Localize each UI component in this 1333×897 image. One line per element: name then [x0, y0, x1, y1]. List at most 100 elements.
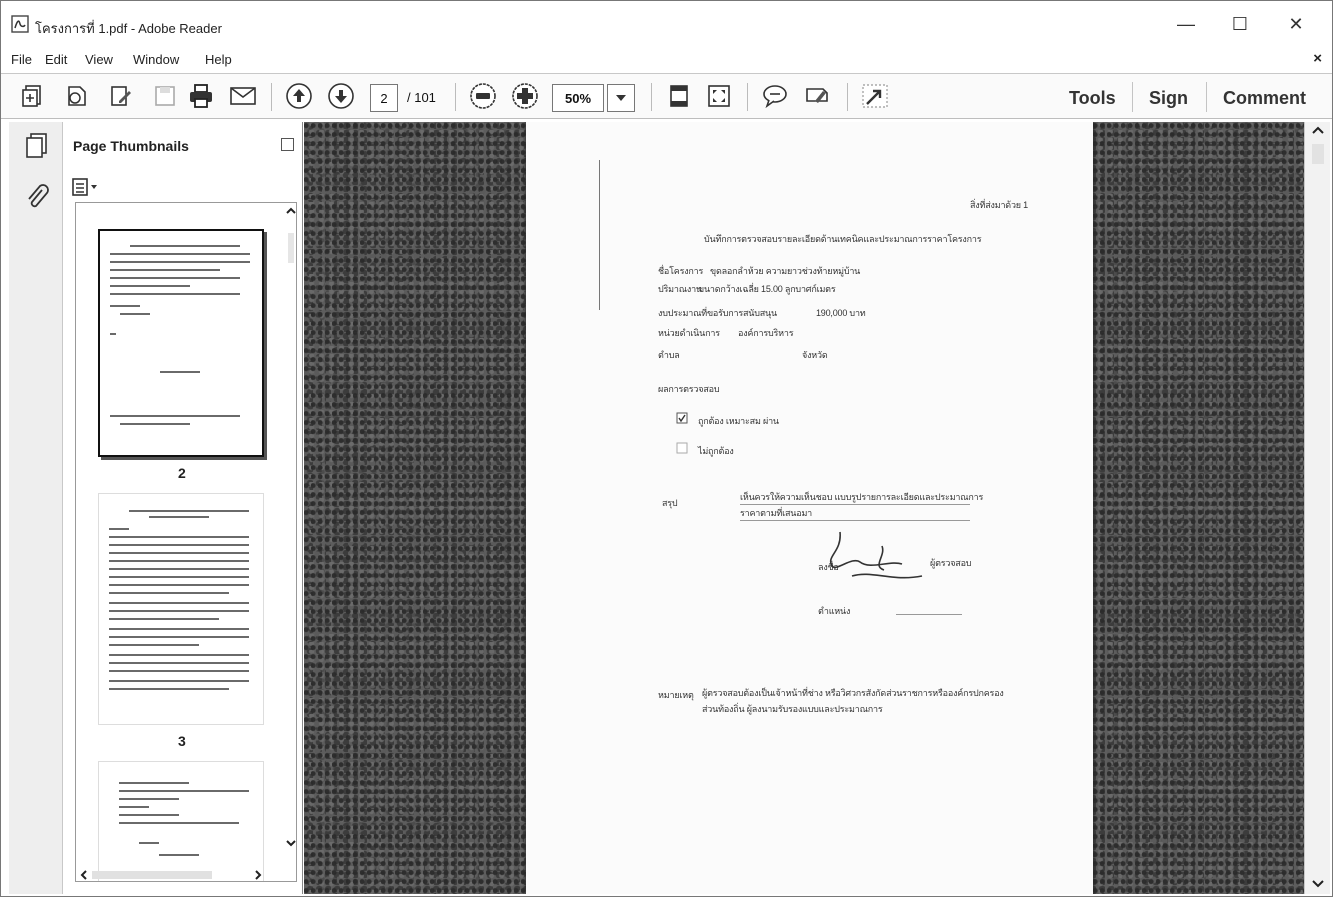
create-pdf-icon: [22, 85, 41, 107]
zoom-level-input[interactable]: 50%: [552, 84, 604, 112]
page-thumbnails-button[interactable]: [23, 132, 51, 160]
maximize-button[interactable]: ☐: [1217, 9, 1263, 39]
document-vertical-scrollbar[interactable]: [1304, 122, 1330, 894]
page-margin-rule: [599, 160, 600, 310]
opinion-underline: [740, 504, 970, 505]
toolbar-separator: [1132, 82, 1133, 112]
toolbar-separator: [1206, 82, 1207, 112]
page-header-right: สิ่งที่ส่งมาด้วย 1: [970, 200, 1028, 210]
expand-arrow-icon: [862, 84, 888, 108]
zoom-in-button[interactable]: [509, 81, 541, 111]
opinion-line-2: ราคาตามที่เสนอมา: [740, 508, 813, 518]
full-screen-button[interactable]: [703, 81, 735, 111]
menu-view[interactable]: View: [85, 52, 113, 67]
previous-page-button[interactable]: [283, 81, 315, 111]
field-province-label: จังหวัด: [802, 350, 828, 360]
minus-circle-icon: [470, 83, 496, 109]
document-background: [304, 122, 526, 894]
field-agency-label: หน่วยดำเนินการ: [658, 328, 720, 338]
window-title: โครงการที่ 1.pdf - Adobe Reader: [35, 21, 222, 36]
field-project-value: ขุดลอกลำห้วย ความยาวช่วงท้ายหมู่บ้าน: [710, 266, 861, 276]
envelope-icon: [230, 87, 256, 105]
next-page-button[interactable]: [325, 81, 357, 111]
page-total: / 101: [407, 90, 436, 105]
toolbar-separator: [455, 83, 456, 111]
signature-image: [829, 531, 923, 579]
field-budget-value: 190,000 บาท: [816, 308, 866, 318]
field-agency-value: องค์การบริหาร: [738, 328, 794, 338]
printer-icon: [190, 84, 212, 108]
opinion-label: สรุป: [662, 498, 678, 508]
document-background: [1093, 122, 1304, 894]
zoom-dropdown-button[interactable]: [607, 84, 635, 112]
toolbar-separator: [747, 83, 748, 111]
thumbnail-vertical-scrollbar[interactable]: [285, 203, 296, 881]
opinion-line-1: เห็นควรให้ความเห็นชอบ แบบรูปรายการละเอีย…: [740, 492, 984, 502]
toolbar-separator: [271, 83, 272, 111]
opinion-underline: [740, 520, 970, 521]
scrollbar-arrows-icon: [1312, 126, 1324, 888]
collapse-panel-button[interactable]: [281, 138, 294, 151]
open-button[interactable]: [61, 81, 93, 111]
thumbnail-page-3[interactable]: [98, 493, 264, 725]
menu-help[interactable]: Help: [205, 52, 232, 67]
menu-window[interactable]: Window: [133, 52, 179, 67]
add-sticky-note-button[interactable]: [759, 81, 791, 111]
thumbnail-page-2[interactable]: [98, 229, 264, 457]
unchecked-box-icon: [676, 442, 688, 454]
zoom-out-button[interactable]: [467, 81, 499, 111]
arrow-up-circle-icon: [286, 83, 312, 109]
expand-toolbar-button[interactable]: [859, 81, 891, 111]
signer-title: ผู้ตรวจสอบ: [930, 558, 972, 568]
page-thumbnails-panel: Page Thumbnails 2 3: [63, 122, 303, 894]
position-label: ตำแหน่ง: [818, 606, 851, 616]
note-line-1: ผู้ตรวจสอบต้องเป็นเจ้าหน้าที่ช่าง หรือวิ…: [702, 688, 1004, 698]
page-number-input[interactable]: 2: [370, 84, 398, 112]
toolbar-separator: [847, 83, 848, 111]
page-thumbnails-icon: [26, 133, 47, 158]
app-window: โครงการที่ 1.pdf - Adobe Reader — ☐ ✕ Fi…: [0, 0, 1333, 897]
adobe-reader-icon: [11, 15, 29, 33]
email-button[interactable]: [227, 81, 259, 111]
menu-edit[interactable]: Edit: [45, 52, 67, 67]
create-pdf-button[interactable]: [17, 81, 49, 111]
check-approved-label: ถูกต้อง เหมาะสม ผ่าน: [698, 416, 779, 426]
arrow-down-circle-icon: [328, 83, 354, 109]
pdf-page[interactable]: สิ่งที่ส่งมาด้วย 1 บันทึกการตรวจสอบรายละ…: [526, 122, 1093, 894]
field-project-label: ชื่อโครงการ: [658, 266, 704, 276]
thumbnail-options-button[interactable]: [71, 177, 107, 199]
menu-file[interactable]: File: [11, 52, 32, 67]
close-button[interactable]: ✕: [1273, 9, 1319, 39]
signer-label: ลงชื่อ: [818, 562, 839, 572]
tools-tab[interactable]: Tools: [1069, 88, 1116, 109]
document-view[interactable]: สิ่งที่ส่งมาด้วย 1 บันทึกการตรวจสอบรายละ…: [304, 122, 1304, 894]
scrollbar-arrows-icon: [286, 207, 296, 847]
save-icon: [155, 86, 175, 106]
highlighter-icon: [806, 88, 828, 103]
check-rejected-label: ไม่ถูกต้อง: [698, 446, 734, 456]
fit-page-button[interactable]: [663, 81, 695, 111]
note-label: หมายเหตุ: [658, 690, 694, 700]
minimize-button[interactable]: —: [1163, 9, 1209, 39]
save-button[interactable]: [149, 81, 181, 111]
close-document-icon[interactable]: ×: [1313, 50, 1322, 67]
highlight-text-button[interactable]: [801, 81, 833, 111]
chevron-down-icon: [616, 95, 626, 101]
open-file-icon: [68, 86, 86, 106]
field-budget-label: งบประมาณที่ขอรับการสนับสนุน: [658, 308, 777, 318]
checked-box-icon: [676, 412, 688, 424]
field-quantity-value: ขนาดกว้างเฉลี่ย 15.00 ลูกบาศก์เมตร: [698, 284, 836, 294]
attachments-button[interactable]: [23, 184, 51, 212]
comment-tab[interactable]: Comment: [1223, 88, 1306, 109]
thumbnail-horizontal-scrollbar[interactable]: [76, 868, 285, 881]
speech-bubble-icon: [763, 85, 787, 109]
note-line-2: ส่วนท้องถิ่น ผู้ลงนามรับรองแบบและประมาณก…: [702, 704, 883, 714]
thumbnail-page-label: 2: [178, 465, 186, 481]
thumbnail-page-4[interactable]: [98, 761, 264, 881]
navigation-pane: [9, 122, 63, 894]
full-screen-icon: [708, 85, 730, 107]
field-subdistrict-label: ตำบล: [658, 350, 680, 360]
edit-pdf-button[interactable]: [105, 81, 137, 111]
print-button[interactable]: [185, 81, 217, 111]
sign-tab[interactable]: Sign: [1149, 88, 1188, 109]
